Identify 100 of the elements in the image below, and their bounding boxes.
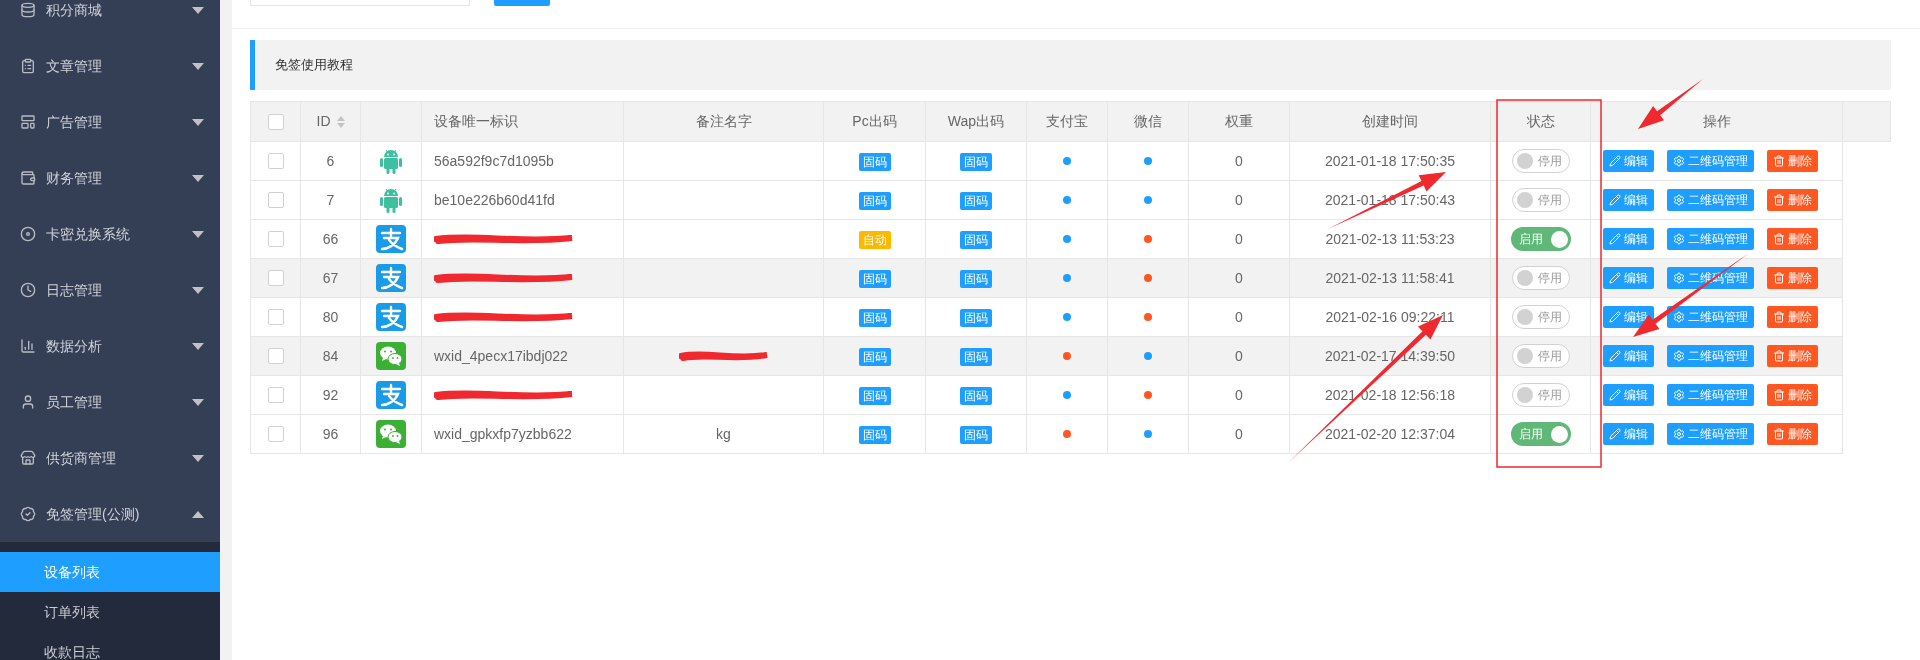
status-toggle[interactable]: 启用 <box>1510 227 1571 251</box>
table-cell: be10e226b60d41fd <box>434 191 555 208</box>
checkbox[interactable] <box>267 113 284 130</box>
pencil-icon <box>1609 350 1621 362</box>
code-mode-tag: 固码 <box>858 269 891 288</box>
checkbox[interactable] <box>267 387 284 403</box>
edit-button[interactable]: 编辑 <box>1603 345 1654 367</box>
table-cell: 92 <box>300 375 361 415</box>
checkbox[interactable] <box>267 153 284 169</box>
settings-icon <box>1673 389 1685 401</box>
settings-icon <box>1673 350 1685 362</box>
sidebar-item[interactable]: 供货商管理 <box>0 430 220 486</box>
edit-button[interactable]: 编辑 <box>1603 384 1654 406</box>
submenu-item[interactable]: 设备列表 <box>0 552 220 592</box>
notice-link[interactable]: 免签使用教程 <box>275 55 353 75</box>
code-mode-tag: 固码 <box>960 191 992 210</box>
pencil-icon <box>1609 389 1621 401</box>
trash-icon <box>1773 155 1785 167</box>
delete-button[interactable]: 删除 <box>1767 267 1818 289</box>
sidebar-item-label: 卡密兑换系统 <box>46 224 131 244</box>
status-toggle[interactable]: 停用 <box>1511 266 1570 290</box>
sidebar-item[interactable]: 文章管理 <box>0 38 220 94</box>
sidebar-item-label: 日志管理 <box>46 280 103 300</box>
qr-manage-button[interactable]: 二维码管理 <box>1667 267 1754 289</box>
table-cell: 6 <box>300 141 361 181</box>
column-header: Wap出码 <box>925 101 1027 142</box>
sidebar-item[interactable]: 数据分析 <box>0 318 220 374</box>
sidebar-item[interactable]: 广告管理 <box>0 94 220 150</box>
sidebar-item[interactable]: 免签管理(公测) <box>0 486 220 542</box>
status-toggle[interactable]: 停用 <box>1511 149 1570 173</box>
column-header: 创建时间 <box>1289 101 1491 142</box>
table-cell: 0 <box>1188 141 1290 181</box>
table-cell: 56a592f9c7d1095b <box>434 152 554 169</box>
status-toggle[interactable]: 停用 <box>1511 344 1570 368</box>
delete-button[interactable]: 删除 <box>1767 306 1818 328</box>
sidebar-item[interactable]: 员工管理 <box>0 374 220 430</box>
code-mode-tag: 固码 <box>858 386 891 405</box>
checkbox[interactable] <box>267 270 284 286</box>
submenu-item[interactable]: 收款日志 <box>0 632 220 660</box>
status-toggle[interactable]: 停用 <box>1511 383 1570 407</box>
code-mode-tag: 固码 <box>858 425 891 444</box>
qr-manage-button[interactable]: 二维码管理 <box>1667 189 1754 211</box>
delete-button[interactable]: 删除 <box>1767 345 1818 367</box>
caret-icon <box>192 454 204 462</box>
wallet-icon <box>20 170 36 186</box>
qr-manage-button[interactable]: 二维码管理 <box>1667 306 1754 328</box>
sidebar-item-label: 数据分析 <box>46 336 103 356</box>
checkbox[interactable] <box>267 309 284 325</box>
settings-icon <box>1673 428 1685 440</box>
database-icon <box>20 2 36 18</box>
delete-button[interactable]: 删除 <box>1767 228 1818 250</box>
qr-manage-button[interactable]: 二维码管理 <box>1667 228 1754 250</box>
trash-icon <box>1773 233 1785 245</box>
badge-icon <box>20 506 36 522</box>
code-mode-tag: 固码 <box>960 152 992 171</box>
table-cell: 84 <box>300 336 361 376</box>
sidebar-item[interactable]: 财务管理 <box>0 150 220 206</box>
column-header[interactable]: ID <box>300 101 361 142</box>
settings-icon <box>1673 233 1685 245</box>
edit-button[interactable]: 编辑 <box>1603 150 1654 172</box>
sidebar-item-label: 财务管理 <box>46 168 103 188</box>
table-cell: 0 <box>1188 336 1290 376</box>
qr-manage-button[interactable]: 二维码管理 <box>1667 423 1754 445</box>
delete-button[interactable]: 删除 <box>1767 189 1818 211</box>
caret-icon <box>192 118 204 126</box>
sidebar-item[interactable]: 日志管理 <box>0 262 220 318</box>
disc-icon <box>20 226 36 242</box>
annotation-arrow <box>1638 79 1703 129</box>
qr-manage-button[interactable]: 二维码管理 <box>1667 150 1754 172</box>
table-cell: wxid_gpkxfp7yzbb622 <box>434 425 572 442</box>
pencil-icon <box>1609 233 1621 245</box>
checkbox[interactable] <box>267 426 284 442</box>
table-cell: 0 <box>1188 414 1290 454</box>
delete-button[interactable]: 删除 <box>1767 384 1818 406</box>
checkbox[interactable] <box>267 192 284 208</box>
table-cell: 0 <box>1188 375 1290 415</box>
qr-manage-button[interactable]: 二维码管理 <box>1667 345 1754 367</box>
sidebar-item[interactable]: 积分商城 <box>0 0 220 38</box>
edit-button[interactable]: 编辑 <box>1603 267 1654 289</box>
code-mode-tag: 固码 <box>858 308 891 327</box>
delete-button[interactable]: 删除 <box>1767 423 1818 445</box>
status-toggle[interactable]: 停用 <box>1511 305 1570 329</box>
caret-icon <box>192 510 204 518</box>
sidebar-item[interactable]: 卡密兑换系统 <box>0 206 220 262</box>
edit-button[interactable]: 编辑 <box>1603 423 1654 445</box>
column-header: Pc出码 <box>823 101 926 142</box>
checkbox[interactable] <box>267 348 284 364</box>
settings-icon <box>1673 155 1685 167</box>
edit-button[interactable]: 编辑 <box>1603 228 1654 250</box>
qr-manage-button[interactable]: 二维码管理 <box>1667 384 1754 406</box>
checkbox[interactable] <box>267 231 284 247</box>
edit-button[interactable]: 编辑 <box>1603 189 1654 211</box>
caret-icon <box>192 6 204 14</box>
delete-button[interactable]: 删除 <box>1767 150 1818 172</box>
caret-icon <box>192 230 204 238</box>
code-mode-tag: 固码 <box>858 191 891 210</box>
column-header: 备注名字 <box>623 101 824 142</box>
submenu-item[interactable]: 订单列表 <box>0 592 220 632</box>
status-toggle[interactable]: 停用 <box>1511 188 1570 212</box>
status-toggle[interactable]: 启用 <box>1510 422 1571 446</box>
